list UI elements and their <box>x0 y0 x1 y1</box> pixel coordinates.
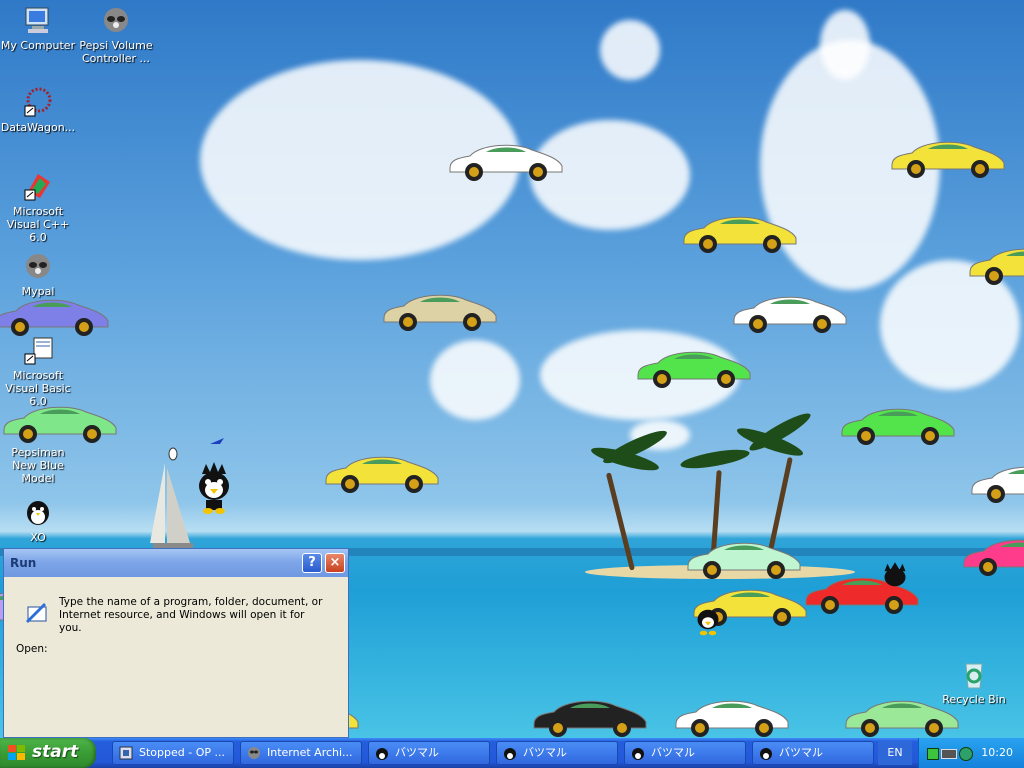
tray-status-icon[interactable] <box>927 748 939 760</box>
tray-network-icon[interactable] <box>941 749 957 759</box>
penguin-character-icon <box>199 462 229 514</box>
car-sprite <box>684 536 804 580</box>
taskbar-button[interactable]: Internet Archi... <box>240 741 362 765</box>
car-sprite <box>680 210 800 254</box>
visual-cpp-icon <box>22 170 54 202</box>
penguin-icon <box>375 746 389 760</box>
car-sprite <box>530 694 650 738</box>
car-sprite <box>0 293 112 337</box>
raccoon-icon <box>22 250 54 282</box>
windows-logo-icon <box>8 745 25 760</box>
car-sprite <box>0 400 120 444</box>
run-dialog-titlebar[interactable]: Run ? × <box>4 549 348 577</box>
desktop[interactable]: My Computer Pepsi Volume Controller ... … <box>0 0 1024 738</box>
penguin-icon <box>22 496 54 528</box>
desktop-icon-datawagon[interactable]: DataWagon... <box>0 86 78 134</box>
car-sprite <box>446 138 566 182</box>
bird-icon <box>168 447 178 461</box>
clock[interactable]: 10:20 <box>981 746 1013 759</box>
taskbar: start Stopped - OP ... Internet Archi...… <box>0 738 1024 768</box>
run-dialog-message: Type the name of a program, folder, docu… <box>59 596 323 634</box>
run-dialog[interactable]: Run ? × Type the name of a program, fold… <box>3 548 349 738</box>
desktop-icon-visual-cpp[interactable]: Microsoft Visual C++ 6.0 <box>0 170 78 244</box>
desktop-icon-my-computer[interactable]: My Computer <box>0 4 78 52</box>
penguin-icon <box>503 746 517 760</box>
recycle-bin-icon <box>958 658 990 690</box>
raccoon-icon <box>100 4 132 36</box>
desktop-icon-label: Pepsi Volume Controller ... <box>79 39 153 65</box>
car-sprite <box>322 450 442 494</box>
taskbar-button-label: バツマル <box>651 746 695 759</box>
penguin-icon <box>631 746 645 760</box>
bird-icon <box>210 438 224 444</box>
sailboat-icon <box>150 463 193 548</box>
open-label: Open: <box>16 643 48 655</box>
desktop-icon-xo[interactable]: XO <box>0 496 78 544</box>
car-sprite <box>672 694 792 738</box>
desktop-icon-visual-basic[interactable]: Microsoft Visual Basic 6.0 <box>0 334 78 408</box>
desktop-icon-pepsi-volume-controller[interactable]: Pepsi Volume Controller ... <box>76 4 156 65</box>
taskbar-button[interactable]: Stopped - OP ... <box>112 741 234 765</box>
desktop-icon-label: Microsoft Visual C++ 6.0 <box>6 205 70 244</box>
system-tray: 10:20 <box>918 738 1024 768</box>
car-sprite <box>966 242 1024 286</box>
penguin-character-icon <box>884 562 906 587</box>
media-icon <box>119 746 133 760</box>
cloud <box>820 10 870 80</box>
desktop-icon-label: DataWagon... <box>0 121 76 134</box>
car-sprite <box>730 290 850 334</box>
desktop-icon-label: XO <box>30 531 46 544</box>
cloud <box>600 20 660 80</box>
desktop-icon-label: My Computer <box>0 39 76 52</box>
datawagon-icon <box>22 86 54 118</box>
car-sprite <box>842 694 962 738</box>
car-sprite <box>838 402 958 446</box>
run-icon <box>26 603 47 623</box>
desktop-icon-pepsiman[interactable]: Pepsiman New Blue Model <box>0 446 78 485</box>
desktop-icon-label: Pepsiman New Blue Model <box>11 446 65 485</box>
penguin-icon <box>759 746 773 760</box>
taskbar-button[interactable]: バツマル <box>624 741 746 765</box>
car-sprite <box>968 460 1024 504</box>
taskbar-button[interactable]: バツマル <box>496 741 618 765</box>
start-label: start <box>32 742 79 762</box>
car-sprite <box>888 135 1008 179</box>
start-button[interactable]: start <box>0 738 96 768</box>
car-sprite <box>634 345 754 389</box>
taskbar-button-label: Stopped - OP ... <box>139 746 225 759</box>
raccoon-icon <box>247 746 261 760</box>
language-indicator[interactable]: EN <box>878 741 912 765</box>
taskbar-button-label: バツマル <box>523 746 567 759</box>
visual-basic-icon <box>22 334 54 366</box>
taskbar-button[interactable]: バツマル <box>752 741 874 765</box>
taskbar-button-label: バツマル <box>779 746 823 759</box>
help-button[interactable]: ? <box>302 553 322 573</box>
desktop-icon-mypal[interactable]: Mypal <box>0 250 78 298</box>
car-sprite <box>960 533 1024 577</box>
run-dialog-title: Run <box>10 556 37 570</box>
cloud <box>430 340 520 420</box>
taskbar-button[interactable]: バツマル <box>368 741 490 765</box>
palm-leaf <box>679 446 751 472</box>
computer-icon <box>22 4 54 36</box>
close-button[interactable]: × <box>325 553 345 573</box>
taskbar-button-label: バツマル <box>395 746 439 759</box>
penguin-character-icon <box>697 609 719 636</box>
car-sprite <box>380 288 500 332</box>
tray-recycle-icon[interactable] <box>959 747 973 761</box>
taskbar-button-label: Internet Archi... <box>267 746 353 759</box>
